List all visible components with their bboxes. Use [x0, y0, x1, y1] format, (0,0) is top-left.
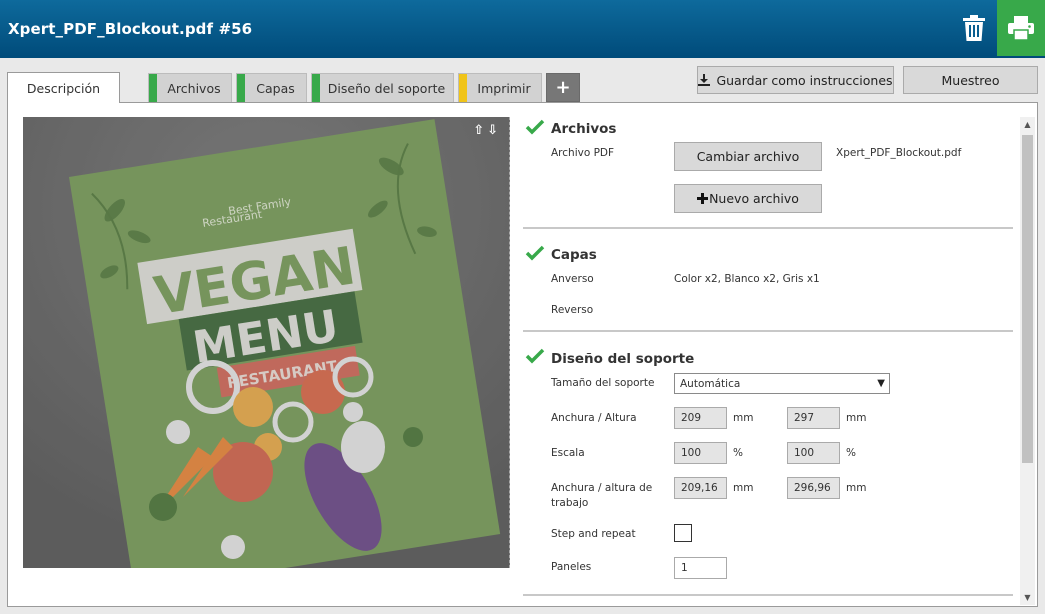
media-size-select[interactable]: Automática ▼ — [674, 373, 890, 394]
check-icon — [525, 119, 545, 135]
tab-label: Archivos — [167, 80, 221, 96]
scroll-up-icon[interactable]: ▲ — [1020, 117, 1035, 132]
tab-imprimir[interactable]: Imprimir — [458, 73, 542, 102]
tab-label: Descripción — [26, 80, 101, 96]
proof-button[interactable]: Muestreo — [903, 66, 1038, 94]
pdf-file-label: Archivo PDF — [551, 147, 615, 159]
section-title-diseno: Diseño del soporte — [551, 351, 695, 367]
preview-image: Best Family Restaurant VEGAN MENU RESTAU… — [23, 117, 509, 568]
unit-label: % — [733, 447, 743, 459]
header-bar: Xpert_PDF_Blockout.pdf #56 — [0, 0, 1045, 58]
section-divider — [523, 330, 1013, 332]
status-stripe — [459, 74, 467, 102]
work-size-label-1: Anchura / altura de — [551, 482, 653, 494]
tab-archivos[interactable]: Archivos — [148, 73, 232, 102]
width-height-label: Anchura / Altura — [551, 412, 637, 424]
tab-diseno-soporte[interactable]: Diseño del soporte — [311, 73, 454, 102]
section-divider — [523, 594, 1013, 596]
plus-icon: + — [555, 77, 571, 98]
vertical-scrollbar[interactable]: ▲ ▼ — [1020, 117, 1035, 605]
caret-down-icon: ▼ — [877, 378, 885, 389]
scale-x-input[interactable]: 100 — [674, 442, 727, 464]
check-icon — [525, 348, 545, 364]
back-label: Reverso — [551, 304, 594, 316]
work-size-label-2: trabajo — [551, 497, 589, 509]
front-value: Color x2, Blanco x2, Gris x1 — [674, 273, 820, 285]
delete-button[interactable] — [956, 10, 992, 46]
tab-label: Capas — [256, 80, 295, 96]
status-stripe — [237, 74, 245, 102]
scale-y-input[interactable]: 100 — [787, 442, 840, 464]
new-file-label: Nuevo archivo — [709, 191, 799, 206]
step-repeat-label: Step and repeat — [551, 528, 636, 540]
page-title: Xpert_PDF_Blockout.pdf #56 — [8, 20, 253, 38]
check-icon — [525, 245, 545, 261]
section-title-archivos: Archivos — [551, 121, 617, 137]
proof-label: Muestreo — [941, 72, 1000, 88]
work-width-input[interactable]: 209,16 — [674, 477, 727, 499]
height-input[interactable]: 297 — [787, 407, 840, 429]
main-panel: Best Family Restaurant VEGAN MENU RESTAU… — [7, 102, 1038, 607]
unit-label: % — [846, 447, 856, 459]
save-label: Guardar como instrucciones — [716, 72, 893, 88]
panels-label: Paneles — [551, 561, 592, 573]
save-as-instructions-button[interactable]: Guardar como instrucciones — [697, 66, 894, 94]
unit-label: mm — [846, 482, 867, 494]
status-stripe — [149, 74, 157, 102]
print-button[interactable] — [997, 0, 1045, 56]
tab-descripcion[interactable]: Descripción — [7, 72, 120, 103]
front-label: Anverso — [551, 273, 594, 285]
reorder-arrows-icon[interactable]: ⇧⇩ — [473, 123, 501, 138]
step-repeat-checkbox[interactable] — [674, 524, 692, 542]
work-height-input[interactable]: 296,96 — [787, 477, 840, 499]
section-divider — [523, 227, 1013, 229]
scroll-down-icon[interactable]: ▼ — [1020, 590, 1035, 605]
scale-label: Escala — [551, 447, 585, 459]
change-file-button[interactable]: Cambiar archivo — [674, 142, 822, 171]
tab-capas[interactable]: Capas — [236, 73, 307, 102]
printer-icon — [1008, 16, 1034, 40]
trash-icon — [963, 15, 985, 41]
plus-icon — [697, 193, 709, 204]
tab-label: Diseño del soporte — [327, 80, 446, 96]
unit-label: mm — [733, 482, 754, 494]
section-title-capas: Capas — [551, 247, 597, 263]
change-file-label: Cambiar archivo — [696, 149, 800, 164]
width-input[interactable]: 209 — [674, 407, 727, 429]
panels-input[interactable]: 1 — [674, 557, 727, 579]
media-size-label: Tamaño del soporte — [551, 377, 655, 389]
new-file-button[interactable]: Nuevo archivo — [674, 184, 822, 213]
pdf-preview: Best Family Restaurant VEGAN MENU RESTAU… — [23, 117, 510, 568]
tab-label: Imprimir — [477, 80, 531, 96]
status-stripe — [312, 74, 320, 102]
scroll-thumb[interactable] — [1022, 135, 1033, 463]
media-size-value: Automática — [680, 377, 741, 390]
add-tab-button[interactable]: + — [546, 73, 580, 102]
download-icon — [698, 74, 711, 86]
unit-label: mm — [733, 412, 754, 424]
pdf-filename: Xpert_PDF_Blockout.pdf — [836, 147, 962, 159]
unit-label: mm — [846, 412, 867, 424]
